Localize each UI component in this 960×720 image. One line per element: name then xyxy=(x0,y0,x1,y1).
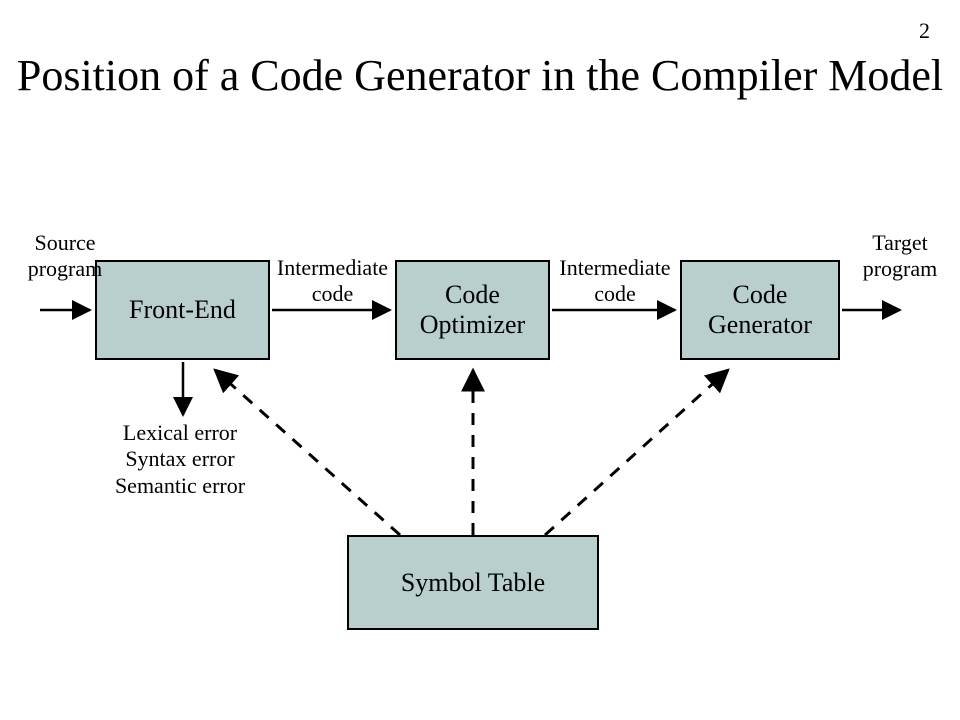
page-number: 2 xyxy=(919,18,930,44)
box-symbol-table: Symbol Table xyxy=(347,535,599,630)
label-intermediate-code-2: Intermediatecode xyxy=(555,255,675,308)
slide-title: Position of a Code Generator in the Comp… xyxy=(0,50,960,103)
box-code-generator: CodeGenerator xyxy=(680,260,840,360)
label-target-program: Targetprogram xyxy=(855,230,945,283)
box-code-optimizer: CodeOptimizer xyxy=(395,260,550,360)
label-source-program: Sourceprogram xyxy=(25,230,105,283)
box-front-end: Front-End xyxy=(95,260,270,360)
dashed-symboltable-to-generator xyxy=(545,370,728,535)
label-intermediate-code-1: Intermediatecode xyxy=(275,255,390,308)
label-errors: Lexical errorSyntax errorSemantic error xyxy=(95,420,265,499)
